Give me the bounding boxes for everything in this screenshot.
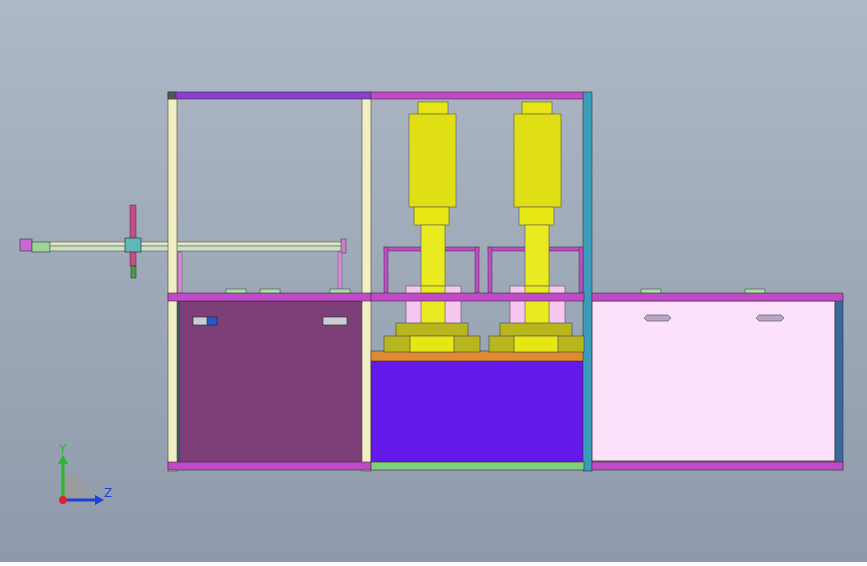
axis-y-label: Y <box>58 442 67 456</box>
middle-panel <box>370 360 585 463</box>
cad-viewport[interactable]: Y Z <box>0 0 867 562</box>
worktable <box>370 350 585 362</box>
middle-cell <box>370 91 593 472</box>
right-cell <box>591 288 844 471</box>
axis-triad-icon: Y Z <box>58 442 112 505</box>
gantry-motor-icon <box>19 238 33 252</box>
welder-1 <box>383 101 481 353</box>
gantry-arm <box>19 204 347 279</box>
machine-drawing: Y Z <box>19 91 844 505</box>
left-cell <box>167 91 372 472</box>
welder-2 <box>488 101 585 353</box>
right-panel <box>591 300 836 462</box>
axis-z-label: Z <box>104 486 112 500</box>
